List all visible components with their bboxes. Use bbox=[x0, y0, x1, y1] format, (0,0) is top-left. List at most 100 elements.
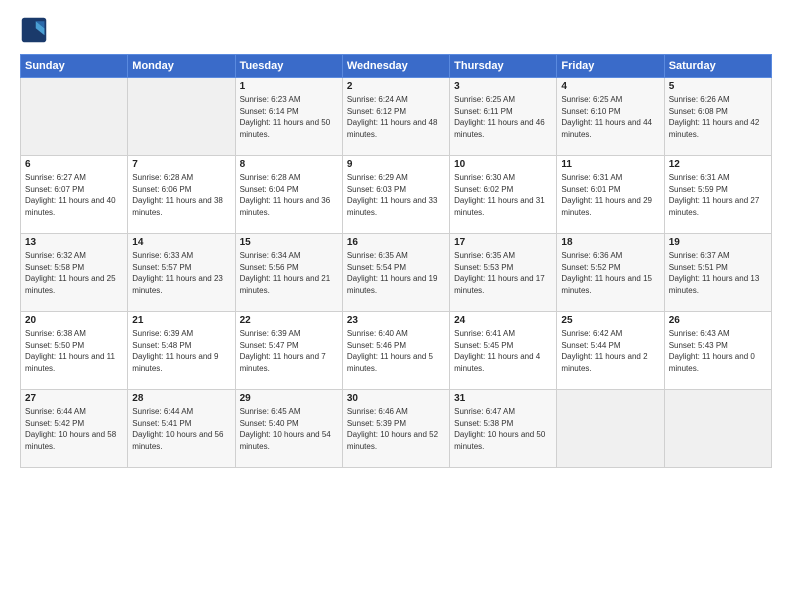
day-number: 11 bbox=[561, 159, 659, 170]
day-number: 17 bbox=[454, 237, 552, 248]
day-info: Sunrise: 6:39 AMSunset: 5:48 PMDaylight:… bbox=[132, 328, 230, 374]
day-info: Sunrise: 6:32 AMSunset: 5:58 PMDaylight:… bbox=[25, 250, 123, 296]
day-info: Sunrise: 6:25 AMSunset: 6:10 PMDaylight:… bbox=[561, 94, 659, 140]
day-number: 2 bbox=[347, 81, 445, 92]
day-number: 16 bbox=[347, 237, 445, 248]
calendar-cell: 11 Sunrise: 6:31 AMSunset: 6:01 PMDayligh… bbox=[557, 156, 664, 234]
calendar-cell: 9 Sunrise: 6:29 AMSunset: 6:03 PMDaylight… bbox=[342, 156, 449, 234]
logo-icon bbox=[20, 16, 48, 44]
header bbox=[20, 16, 772, 44]
day-number: 28 bbox=[132, 393, 230, 404]
calendar-cell: 15 Sunrise: 6:34 AMSunset: 5:56 PMDayligh… bbox=[235, 234, 342, 312]
day-number: 9 bbox=[347, 159, 445, 170]
day-number: 6 bbox=[25, 159, 123, 170]
day-info: Sunrise: 6:40 AMSunset: 5:46 PMDaylight:… bbox=[347, 328, 445, 374]
weekday-row: SundayMondayTuesdayWednesdayThursdayFrid… bbox=[21, 55, 772, 78]
calendar-cell: 30Sunrise: 6:46 AMSunset: 5:39 PMDayligh… bbox=[342, 390, 449, 468]
calendar-week-row: 1 Sunrise: 6:23 AMSunset: 6:14 PMDaylight… bbox=[21, 78, 772, 156]
day-info: Sunrise: 6:28 AMSunset: 6:04 PMDaylight:… bbox=[240, 172, 338, 218]
day-info: Sunrise: 6:23 AMSunset: 6:14 PMDaylight:… bbox=[240, 94, 338, 140]
day-number: 27 bbox=[25, 393, 123, 404]
day-number: 21 bbox=[132, 315, 230, 326]
day-info: Sunrise: 6:45 AMSunset: 5:40 PMDaylight:… bbox=[240, 406, 338, 452]
day-info: Sunrise: 6:36 AMSunset: 5:52 PMDaylight:… bbox=[561, 250, 659, 296]
day-info: Sunrise: 6:41 AMSunset: 5:45 PMDaylight:… bbox=[454, 328, 552, 374]
day-info: Sunrise: 6:39 AMSunset: 5:47 PMDaylight:… bbox=[240, 328, 338, 374]
calendar-cell: 14 Sunrise: 6:33 AMSunset: 5:57 PMDayligh… bbox=[128, 234, 235, 312]
day-number: 8 bbox=[240, 159, 338, 170]
day-number: 24 bbox=[454, 315, 552, 326]
day-number: 4 bbox=[561, 81, 659, 92]
day-number: 19 bbox=[669, 237, 767, 248]
day-number: 29 bbox=[240, 393, 338, 404]
day-number: 18 bbox=[561, 237, 659, 248]
day-info: Sunrise: 6:35 AMSunset: 5:53 PMDaylight:… bbox=[454, 250, 552, 296]
calendar-cell bbox=[21, 78, 128, 156]
weekday-header: Saturday bbox=[664, 55, 771, 78]
day-info: Sunrise: 6:34 AMSunset: 5:56 PMDaylight:… bbox=[240, 250, 338, 296]
weekday-header: Wednesday bbox=[342, 55, 449, 78]
calendar-cell: 21 Sunrise: 6:39 AMSunset: 5:48 PMDayligh… bbox=[128, 312, 235, 390]
day-info: Sunrise: 6:44 AMSunset: 5:41 PMDaylight:… bbox=[132, 406, 230, 452]
calendar-cell: 24 Sunrise: 6:41 AMSunset: 5:45 PMDayligh… bbox=[450, 312, 557, 390]
weekday-header: Tuesday bbox=[235, 55, 342, 78]
day-number: 3 bbox=[454, 81, 552, 92]
day-info: Sunrise: 6:35 AMSunset: 5:54 PMDaylight:… bbox=[347, 250, 445, 296]
calendar-cell: 4 Sunrise: 6:25 AMSunset: 6:10 PMDaylight… bbox=[557, 78, 664, 156]
day-number: 15 bbox=[240, 237, 338, 248]
calendar-cell: 18 Sunrise: 6:36 AMSunset: 5:52 PMDayligh… bbox=[557, 234, 664, 312]
calendar-cell: 2 Sunrise: 6:24 AMSunset: 6:12 PMDaylight… bbox=[342, 78, 449, 156]
day-info: Sunrise: 6:37 AMSunset: 5:51 PMDaylight:… bbox=[669, 250, 767, 296]
calendar-cell: 28 Sunrise: 6:44 AMSunset: 5:41 PMDayligh… bbox=[128, 390, 235, 468]
calendar-cell: 26Sunrise: 6:43 AMSunset: 5:43 PMDayligh… bbox=[664, 312, 771, 390]
day-info: Sunrise: 6:26 AMSunset: 6:08 PMDaylight:… bbox=[669, 94, 767, 140]
weekday-header: Monday bbox=[128, 55, 235, 78]
day-info: Sunrise: 6:29 AMSunset: 6:03 PMDaylight:… bbox=[347, 172, 445, 218]
day-info: Sunrise: 6:44 AMSunset: 5:42 PMDaylight:… bbox=[25, 406, 123, 452]
day-info: Sunrise: 6:38 AMSunset: 5:50 PMDaylight:… bbox=[25, 328, 123, 374]
calendar-header: SundayMondayTuesdayWednesdayThursdayFrid… bbox=[21, 55, 772, 78]
day-number: 12 bbox=[669, 159, 767, 170]
day-number: 10 bbox=[454, 159, 552, 170]
day-info: Sunrise: 6:28 AMSunset: 6:06 PMDaylight:… bbox=[132, 172, 230, 218]
calendar-cell: 29 Sunrise: 6:45 AMSunset: 5:40 PMDayligh… bbox=[235, 390, 342, 468]
day-number: 25 bbox=[561, 315, 659, 326]
calendar-cell: 27 Sunrise: 6:44 AMSunset: 5:42 PMDayligh… bbox=[21, 390, 128, 468]
calendar-cell: 8 Sunrise: 6:28 AMSunset: 6:04 PMDaylight… bbox=[235, 156, 342, 234]
calendar-cell: 3Sunrise: 6:25 AMSunset: 6:11 PMDaylight… bbox=[450, 78, 557, 156]
weekday-header: Thursday bbox=[450, 55, 557, 78]
day-info: Sunrise: 6:43 AMSunset: 5:43 PMDaylight:… bbox=[669, 328, 767, 374]
day-number: 31 bbox=[454, 393, 552, 404]
day-number: 7 bbox=[132, 159, 230, 170]
logo bbox=[20, 16, 52, 44]
day-info: Sunrise: 6:27 AMSunset: 6:07 PMDaylight:… bbox=[25, 172, 123, 218]
weekday-header: Friday bbox=[557, 55, 664, 78]
calendar-cell: 25 Sunrise: 6:42 AMSunset: 5:44 PMDayligh… bbox=[557, 312, 664, 390]
calendar-cell: 5Sunrise: 6:26 AMSunset: 6:08 PMDaylight… bbox=[664, 78, 771, 156]
calendar-cell: 23Sunrise: 6:40 AMSunset: 5:46 PMDayligh… bbox=[342, 312, 449, 390]
day-info: Sunrise: 6:33 AMSunset: 5:57 PMDaylight:… bbox=[132, 250, 230, 296]
day-number: 13 bbox=[25, 237, 123, 248]
calendar-cell: 12Sunrise: 6:31 AMSunset: 5:59 PMDayligh… bbox=[664, 156, 771, 234]
day-number: 14 bbox=[132, 237, 230, 248]
day-number: 30 bbox=[347, 393, 445, 404]
page: SundayMondayTuesdayWednesdayThursdayFrid… bbox=[0, 0, 792, 612]
calendar-cell: 17 Sunrise: 6:35 AMSunset: 5:53 PMDayligh… bbox=[450, 234, 557, 312]
day-info: Sunrise: 6:47 AMSunset: 5:38 PMDaylight:… bbox=[454, 406, 552, 452]
calendar-table: SundayMondayTuesdayWednesdayThursdayFrid… bbox=[20, 54, 772, 468]
calendar-week-row: 13 Sunrise: 6:32 AMSunset: 5:58 PMDayligh… bbox=[21, 234, 772, 312]
calendar-cell: 13 Sunrise: 6:32 AMSunset: 5:58 PMDayligh… bbox=[21, 234, 128, 312]
day-info: Sunrise: 6:30 AMSunset: 6:02 PMDaylight:… bbox=[454, 172, 552, 218]
calendar-week-row: 20 Sunrise: 6:38 AMSunset: 5:50 PMDayligh… bbox=[21, 312, 772, 390]
calendar-cell: 6 Sunrise: 6:27 AMSunset: 6:07 PMDaylight… bbox=[21, 156, 128, 234]
calendar-cell bbox=[557, 390, 664, 468]
day-info: Sunrise: 6:24 AMSunset: 6:12 PMDaylight:… bbox=[347, 94, 445, 140]
calendar-cell: 31 Sunrise: 6:47 AMSunset: 5:38 PMDayligh… bbox=[450, 390, 557, 468]
calendar-week-row: 27 Sunrise: 6:44 AMSunset: 5:42 PMDayligh… bbox=[21, 390, 772, 468]
calendar-week-row: 6 Sunrise: 6:27 AMSunset: 6:07 PMDaylight… bbox=[21, 156, 772, 234]
day-number: 20 bbox=[25, 315, 123, 326]
day-info: Sunrise: 6:31 AMSunset: 6:01 PMDaylight:… bbox=[561, 172, 659, 218]
day-number: 1 bbox=[240, 81, 338, 92]
day-info: Sunrise: 6:42 AMSunset: 5:44 PMDaylight:… bbox=[561, 328, 659, 374]
calendar-cell bbox=[128, 78, 235, 156]
